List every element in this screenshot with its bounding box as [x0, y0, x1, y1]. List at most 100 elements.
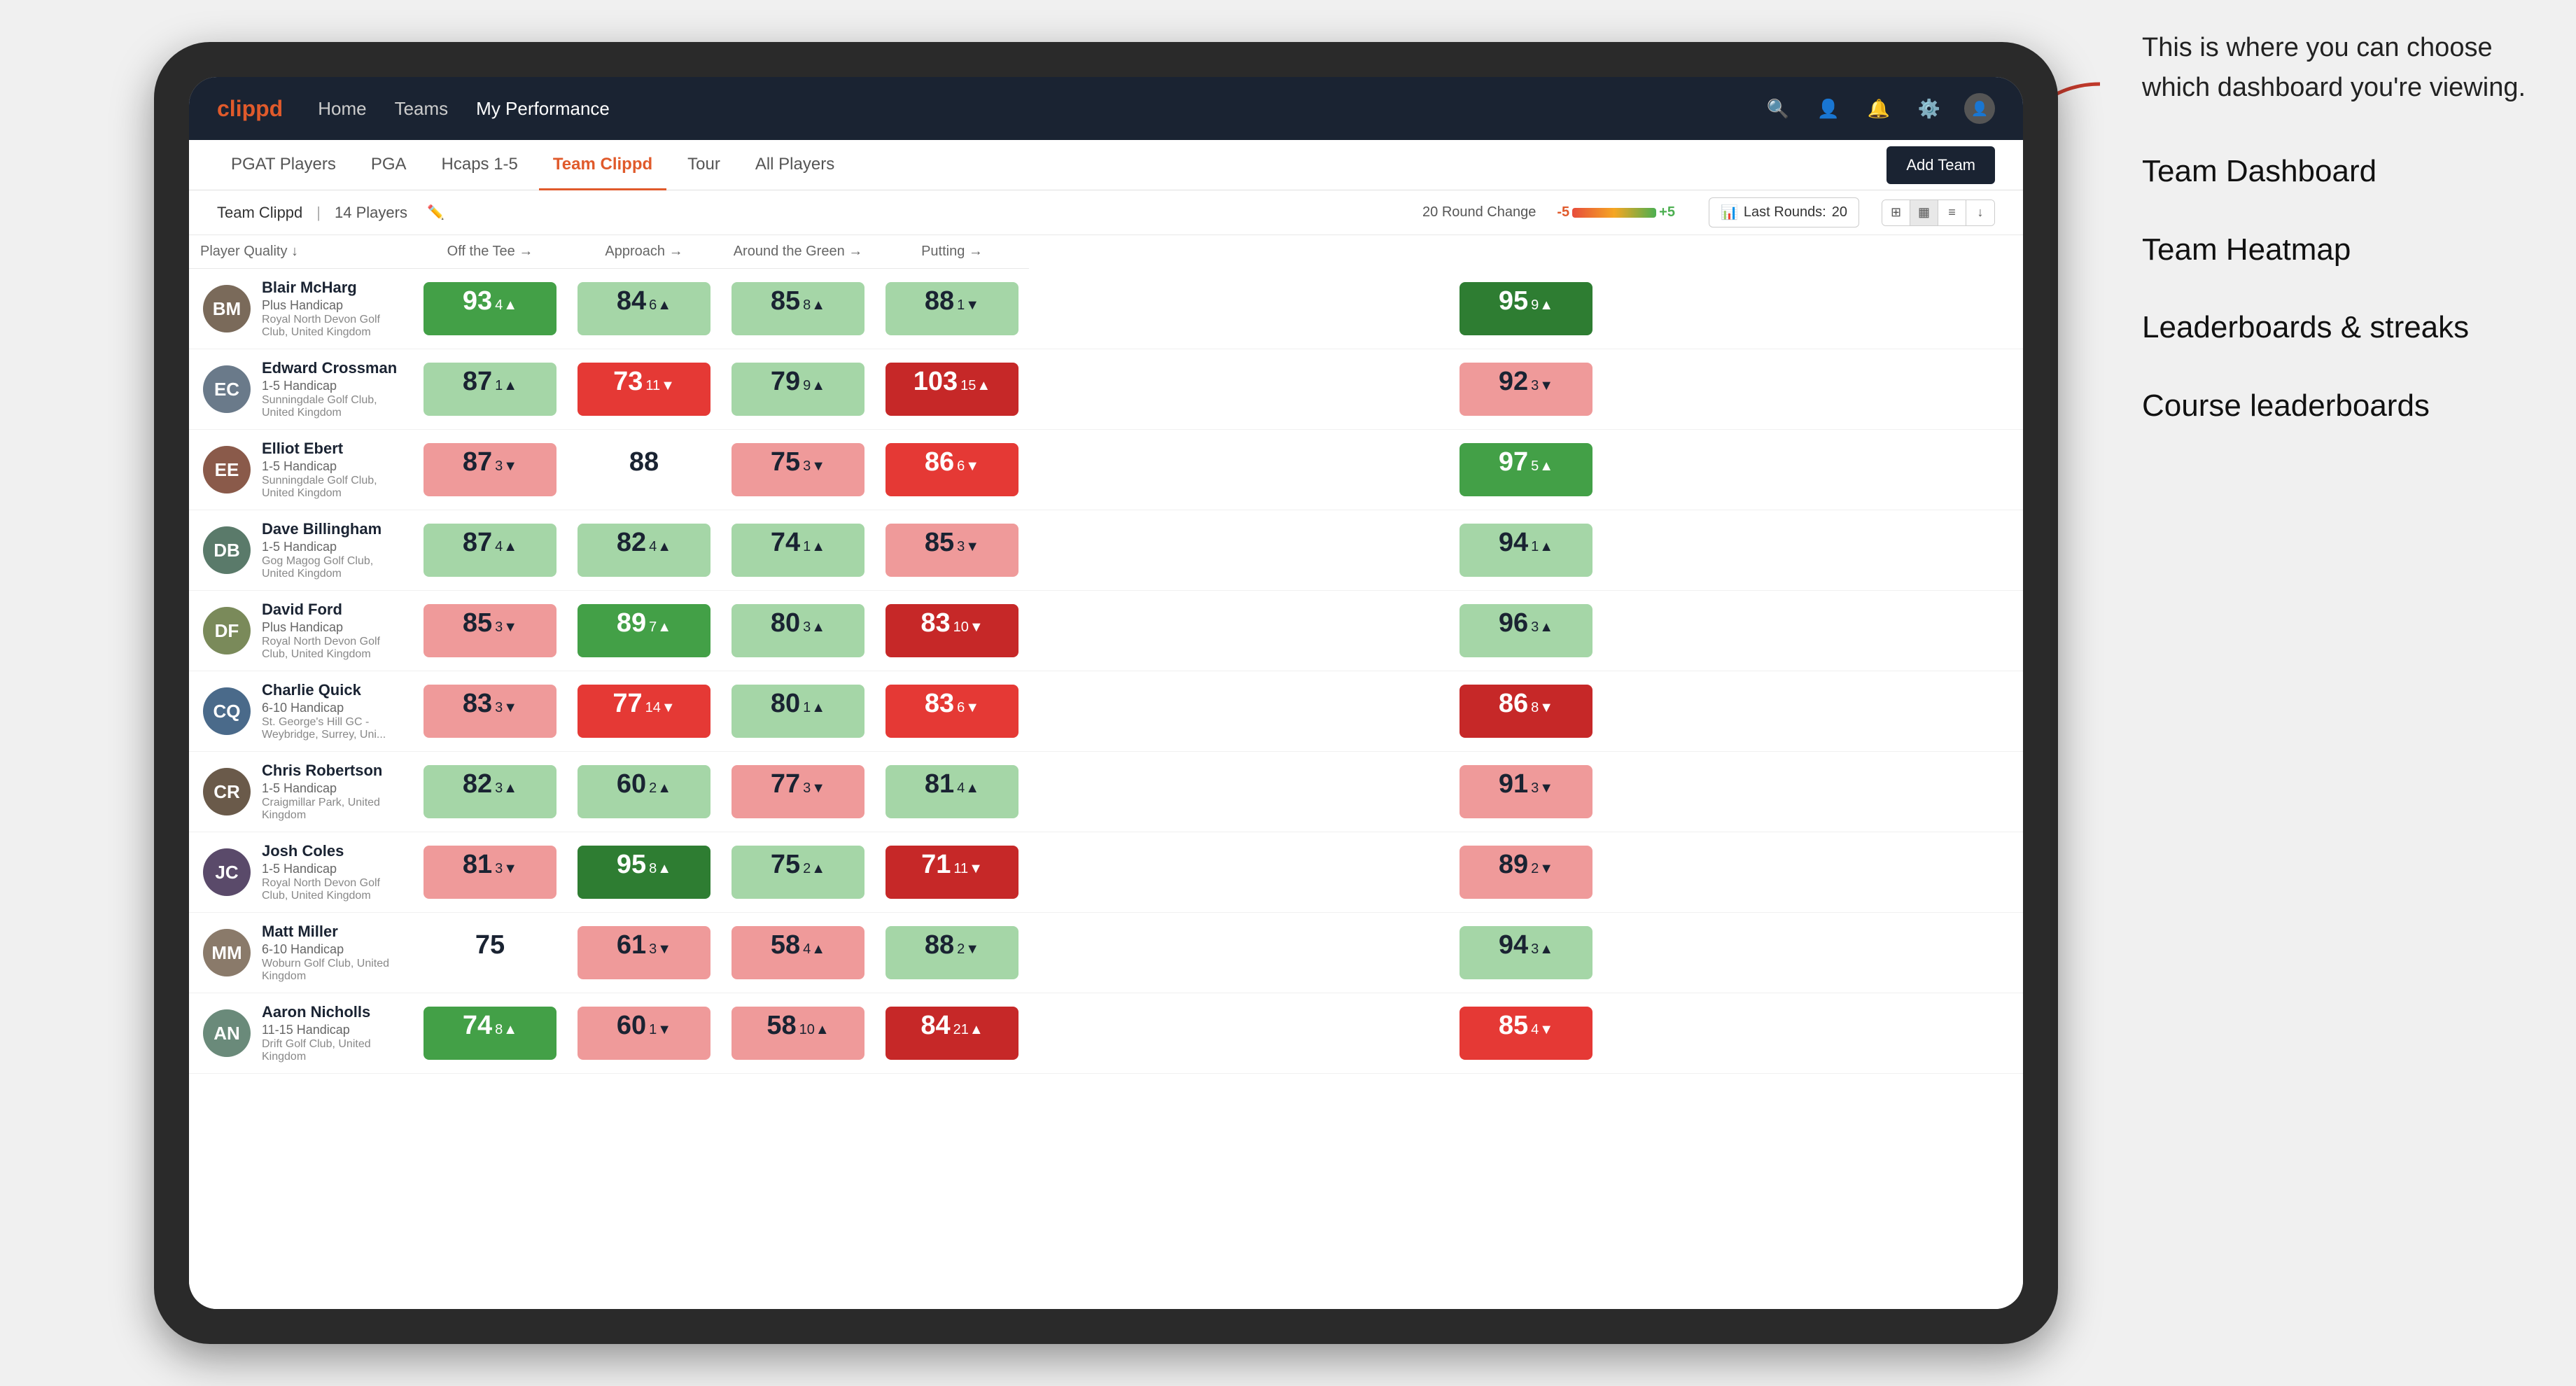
nav-my-performance[interactable]: My Performance — [476, 98, 610, 120]
table-row[interactable]: CQCharlie Quick6-10 HandicapSt. George's… — [189, 671, 2023, 752]
metric-value: 82 — [463, 771, 492, 797]
player-avatar: JC — [203, 848, 251, 896]
table-row[interactable]: DBDave Billingham1-5 HandicapGog Magog G… — [189, 510, 2023, 591]
table-container: Player Quality ↓ Off the Tee → Approach … — [189, 235, 2023, 1309]
tab-hcaps[interactable]: Hcaps 1-5 — [428, 141, 532, 190]
metric-value: 74 — [463, 1012, 492, 1039]
player-handicap: 11-15 Handicap — [262, 1023, 399, 1037]
player-name: Blair McHarg — [262, 279, 399, 297]
team-count: 14 Players — [335, 204, 407, 222]
metric-box: 814 — [886, 765, 1018, 818]
player-table: Player Quality ↓ Off the Tee → Approach … — [189, 235, 2023, 1074]
metric-cell: 584 — [721, 913, 875, 993]
tab-tour[interactable]: Tour — [673, 141, 734, 190]
metric-value: 83 — [920, 610, 950, 636]
metric-delta: 3 — [649, 942, 671, 958]
metric-box: 601 — [578, 1007, 710, 1060]
metric-box: 892 — [1460, 846, 1592, 899]
tab-pga[interactable]: PGA — [357, 141, 421, 190]
metric-box: 799 — [732, 363, 864, 416]
view-download-button[interactable]: ↓ — [1966, 200, 1994, 225]
edit-icon[interactable]: ✏️ — [427, 204, 444, 221]
tab-all-players[interactable]: All Players — [741, 141, 848, 190]
player-handicap: 1-5 Handicap — [262, 862, 399, 876]
metric-cell: 892 — [1029, 832, 2023, 913]
player-name: Chris Robertson — [262, 762, 399, 780]
metric-value: 88 — [629, 449, 659, 475]
metric-value: 60 — [617, 771, 646, 797]
player-handicap: 1-5 Handicap — [262, 540, 399, 554]
metric-value: 61 — [617, 932, 646, 958]
view-table-button[interactable]: ≡ — [1938, 200, 1966, 225]
metric-delta: 2 — [803, 862, 825, 877]
table-row[interactable]: DFDavid FordPlus HandicapRoyal North Dev… — [189, 591, 2023, 671]
metric-delta: 4 — [495, 298, 517, 314]
metric-delta: 3 — [1531, 781, 1553, 797]
metric-box: 801 — [732, 685, 864, 738]
view-grid-button[interactable]: ⊞ — [1882, 200, 1910, 225]
user-avatar[interactable]: 👤 — [1964, 93, 1995, 124]
metric-delta: 8 — [1531, 701, 1553, 716]
col-approach[interactable]: Approach → — [567, 235, 721, 269]
table-row[interactable]: CRChris Robertson1-5 HandicapCraigmillar… — [189, 752, 2023, 832]
metric-value: 81 — [463, 851, 492, 878]
table-row[interactable]: ANAaron Nicholls11-15 HandicapDrift Golf… — [189, 993, 2023, 1074]
player-handicap: 6-10 Handicap — [262, 701, 399, 715]
annotation-intro-text: This is where you can choose which dashb… — [2142, 28, 2534, 108]
scale-bar — [1572, 208, 1656, 218]
nav-home[interactable]: Home — [318, 98, 366, 120]
metric-cell: 881 — [875, 269, 1029, 349]
table-row[interactable]: MMMatt Miller6-10 HandicapWoburn Golf Cl… — [189, 913, 2023, 993]
col-putting[interactable]: Putting → — [875, 235, 1029, 269]
tab-team-clippd[interactable]: Team Clippd — [539, 141, 666, 190]
metric-cell: 813 — [413, 832, 567, 913]
scale-pos: +5 — [1659, 204, 1675, 220]
nav-teams[interactable]: Teams — [395, 98, 449, 120]
metric-delta: 7 — [649, 620, 671, 636]
metric-box: 741 — [732, 524, 864, 577]
team-info-bar: Team Clippd | 14 Players ✏️ 20 Round Cha… — [189, 190, 2023, 235]
metric-cell: 10315 — [875, 349, 1029, 430]
annotation-item-2: Team Heatmap — [2142, 228, 2534, 272]
col-around-green[interactable]: Around the Green → — [721, 235, 875, 269]
tab-pgat-players[interactable]: PGAT Players — [217, 141, 350, 190]
player-avatar: CR — [203, 768, 251, 816]
col-off-tee[interactable]: Off the Tee → — [413, 235, 567, 269]
table-row[interactable]: EEElliot Ebert1-5 HandicapSunningdale Go… — [189, 430, 2023, 510]
view-toggle: ⊞ ▦ ≡ ↓ — [1882, 200, 1995, 226]
search-icon[interactable]: 🔍 — [1763, 93, 1793, 124]
bell-icon[interactable]: 🔔 — [1863, 93, 1894, 124]
metric-box: 881 — [886, 282, 1018, 335]
settings-icon[interactable]: ⚙️ — [1914, 93, 1945, 124]
add-team-button[interactable]: Add Team — [1886, 146, 1995, 184]
metric-delta: 3 — [495, 620, 517, 636]
metric-delta: 9 — [1531, 298, 1553, 314]
metric-value: 83 — [463, 690, 492, 717]
metric-cell: 846 — [567, 269, 721, 349]
metric-box: 803 — [732, 604, 864, 657]
metric-cell: 871 — [413, 349, 567, 430]
player-cell: MMMatt Miller6-10 HandicapWoburn Golf Cl… — [189, 913, 413, 993]
metric-cell: 897 — [567, 591, 721, 671]
metric-delta: 4 — [495, 540, 517, 555]
metric-cell: 773 — [721, 752, 875, 832]
person-icon[interactable]: 👤 — [1813, 93, 1844, 124]
metric-cell: 88 — [567, 430, 721, 510]
metric-value: 75 — [771, 851, 800, 878]
last-rounds-button[interactable]: 📊 Last Rounds: 20 — [1709, 197, 1859, 227]
nav-bar: clippd Home Teams My Performance 🔍 👤 🔔 ⚙… — [189, 77, 2023, 140]
metric-box: 584 — [732, 926, 864, 979]
metric-delta: 3 — [495, 701, 517, 716]
metric-value: 85 — [771, 288, 800, 314]
metric-box: 773 — [732, 765, 864, 818]
table-row[interactable]: ECEdward Crossman1-5 HandicapSunningdale… — [189, 349, 2023, 430]
table-row[interactable]: BMBlair McHargPlus HandicapRoyal North D… — [189, 269, 2023, 349]
metric-delta: 14 — [645, 701, 676, 716]
metric-cell: 801 — [721, 671, 875, 752]
metric-cell: 823 — [413, 752, 567, 832]
view-heatmap-button[interactable]: ▦ — [1910, 200, 1938, 225]
metric-delta: 8 — [803, 298, 825, 314]
table-row[interactable]: JCJosh Coles1-5 HandicapRoyal North Devo… — [189, 832, 2023, 913]
player-avatar: MM — [203, 929, 251, 976]
metric-cell: 753 — [721, 430, 875, 510]
